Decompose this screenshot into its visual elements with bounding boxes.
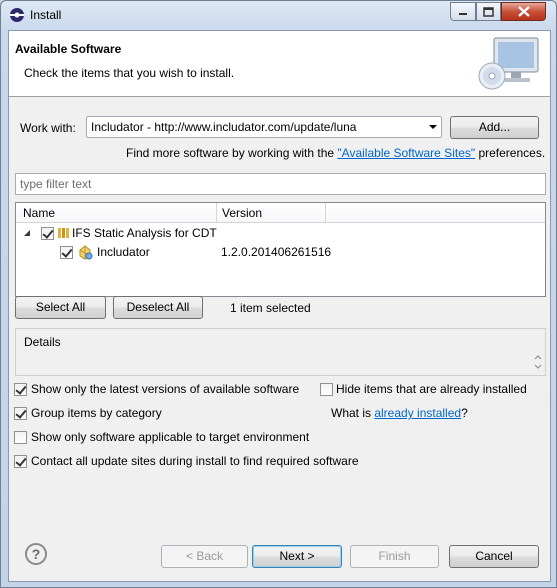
group-by-category-checkbox[interactable] — [14, 407, 27, 420]
column-separator — [325, 203, 326, 223]
page-title: Available Software — [15, 42, 122, 56]
details-scroll-arrows-icon[interactable] — [533, 351, 543, 373]
category-name: IFS Static Analysis for CDT — [72, 226, 217, 240]
details-label: Details — [24, 335, 61, 349]
category-checkbox[interactable] — [41, 227, 54, 240]
chevron-down-icon — [429, 125, 437, 129]
minimize-icon — [459, 12, 467, 15]
feature-name: Includator — [97, 245, 150, 259]
target-environment-checkbox[interactable] — [14, 431, 27, 444]
contact-update-sites-label[interactable]: Contact all update sites during install … — [31, 454, 359, 468]
contact-update-sites-checkbox[interactable] — [14, 455, 27, 468]
help-icon[interactable]: ? — [25, 543, 47, 565]
header-banner: Available Software Check the items that … — [9, 31, 550, 97]
maximize-button[interactable] — [476, 2, 501, 21]
minimize-button[interactable] — [450, 2, 476, 21]
column-version[interactable]: Version — [222, 206, 262, 220]
select-all-button[interactable]: Select All — [15, 296, 106, 319]
filter-input[interactable]: type filter text — [15, 173, 546, 195]
cancel-button[interactable]: Cancel — [449, 545, 539, 568]
back-button[interactable]: < Back — [161, 545, 248, 568]
install-monitor-icon — [478, 37, 539, 90]
feature-checkbox[interactable] — [60, 246, 73, 259]
details-pane: Details — [15, 328, 546, 376]
maximize-icon — [483, 6, 494, 17]
latest-versions-label[interactable]: Show only the latest versions of availab… — [31, 382, 299, 396]
what-is-prefix: What is — [331, 406, 375, 420]
target-environment-label[interactable]: Show only software applicable to target … — [31, 430, 309, 444]
software-tree[interactable]: Name Version IFS Static Analysis for CDT — [15, 202, 546, 297]
add-button[interactable]: Add... — [450, 116, 539, 139]
already-installed-link[interactable]: already installed — [374, 406, 461, 420]
page-description: Check the items that you wish to install… — [24, 66, 235, 80]
group-by-category-label[interactable]: Group items by category — [31, 406, 162, 420]
window-title: Install — [30, 8, 62, 22]
close-button[interactable] — [501, 2, 546, 21]
category-icon — [58, 228, 69, 238]
work-with-value: Includator - http://www.includator.com/u… — [91, 120, 357, 134]
more-software-text: Find more software by working with the "… — [126, 146, 545, 160]
more-software-prefix: Find more software by working with the — [126, 146, 338, 160]
hide-installed-checkbox[interactable] — [320, 383, 333, 396]
title-bar[interactable]: Install — [1, 1, 556, 29]
finish-button[interactable]: Finish — [350, 545, 439, 568]
latest-versions-checkbox[interactable] — [14, 383, 27, 396]
hide-installed-label[interactable]: Hide items that are already installed — [336, 382, 527, 396]
deselect-all-button[interactable]: Deselect All — [113, 296, 203, 319]
column-separator — [216, 203, 217, 223]
work-with-label: Work with: — [20, 121, 76, 135]
feature-plugin-icon — [79, 245, 93, 260]
work-with-combo[interactable]: Includator - http://www.includator.com/u… — [86, 116, 442, 138]
column-name[interactable]: Name — [23, 206, 55, 220]
tree-row-feature[interactable]: Includator 1.2.0.201406261516 — [16, 243, 545, 261]
more-software-suffix: preferences. — [475, 146, 546, 160]
what-is-installed-text: What is already installed? — [331, 406, 468, 420]
what-is-suffix: ? — [461, 406, 468, 420]
tree-row-category[interactable]: IFS Static Analysis for CDT — [16, 224, 545, 242]
dialog-client: Available Software Check the items that … — [8, 30, 551, 582]
next-button[interactable]: Next > — [252, 545, 342, 568]
tree-header: Name Version — [16, 203, 545, 223]
expand-triangle-icon[interactable] — [24, 230, 31, 237]
selection-status: 1 item selected — [230, 301, 311, 315]
install-window: Install Available Software Check the ite… — [0, 0, 557, 588]
feature-version: 1.2.0.201406261516 — [221, 245, 332, 259]
eclipse-icon — [10, 8, 24, 22]
close-icon — [517, 6, 530, 17]
available-software-sites-link[interactable]: "Available Software Sites" — [337, 146, 475, 160]
